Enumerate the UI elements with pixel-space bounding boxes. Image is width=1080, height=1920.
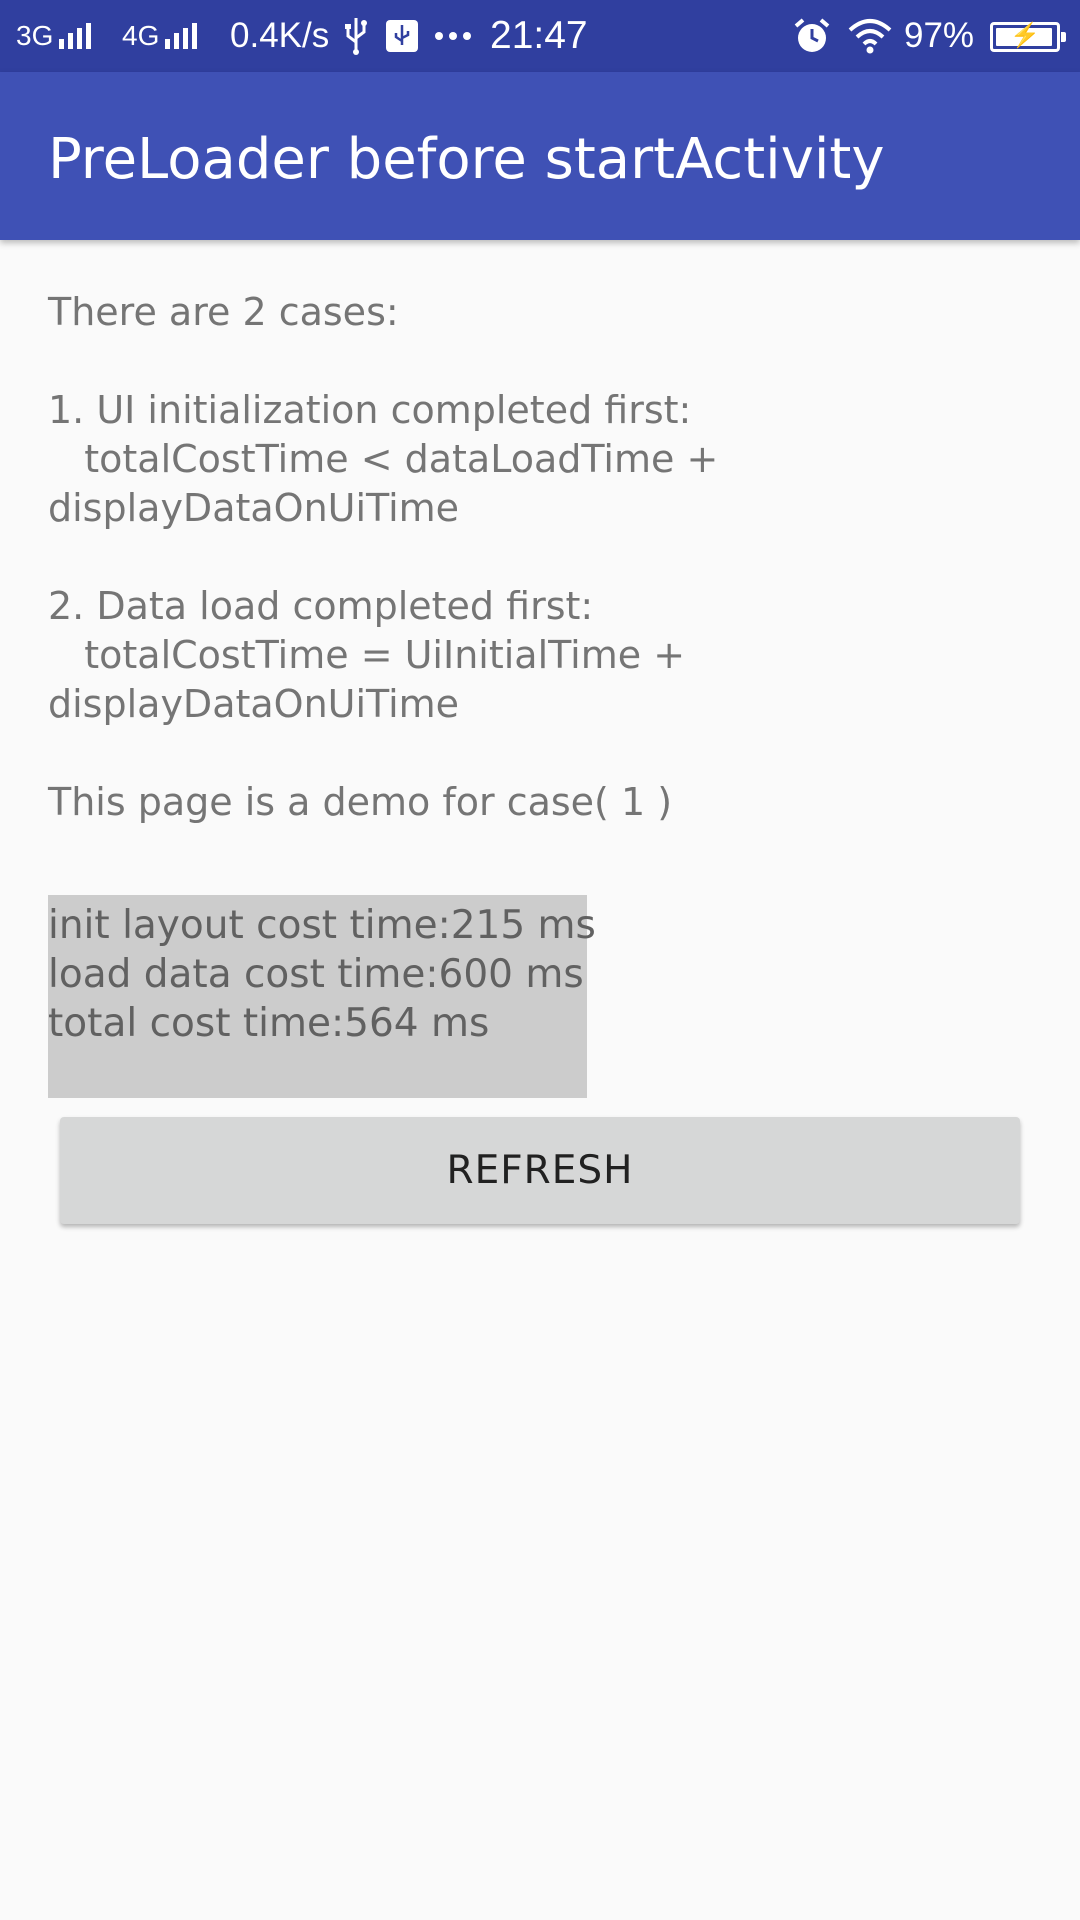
page-title: PreLoader before startActivity — [48, 127, 885, 192]
init-layout-time: init layout cost time:215 ms — [48, 903, 596, 948]
status-bar: 3G 4G 0.4K/s 21:47 97% ⚡ — [0, 0, 1080, 72]
charging-icon: ⚡ — [1010, 22, 1040, 49]
more-icon — [434, 0, 472, 72]
battery-percent: 97% — [904, 16, 975, 55]
signal-icon — [165, 23, 198, 49]
total-cost-time: total cost time:564 ms — [48, 1001, 490, 1046]
wifi-icon — [848, 0, 892, 72]
cases-description: There are 2 cases: 1. UI initialization … — [48, 290, 719, 824]
timings-panel: init layout cost time:215 ms load data c… — [48, 895, 596, 1098]
alarm-icon — [793, 0, 831, 72]
network-type-2: 4G — [122, 0, 198, 72]
usb-debug-icon — [385, 0, 419, 72]
network-type-1: 3G — [16, 0, 92, 72]
refresh-button[interactable]: REFRESH — [60, 1117, 1020, 1224]
battery-icon: ⚡ — [990, 22, 1066, 52]
status-time: 21:47 — [490, 14, 588, 57]
signal-icon — [59, 23, 92, 49]
content-area: There are 2 cases: 1. UI initialization … — [48, 288, 1038, 827]
load-data-time: load data cost time:600 ms — [48, 952, 584, 997]
usb-icon — [343, 0, 369, 72]
network-speed: 0.4K/s — [230, 16, 330, 55]
app-toolbar: PreLoader before startActivity — [0, 72, 1080, 240]
